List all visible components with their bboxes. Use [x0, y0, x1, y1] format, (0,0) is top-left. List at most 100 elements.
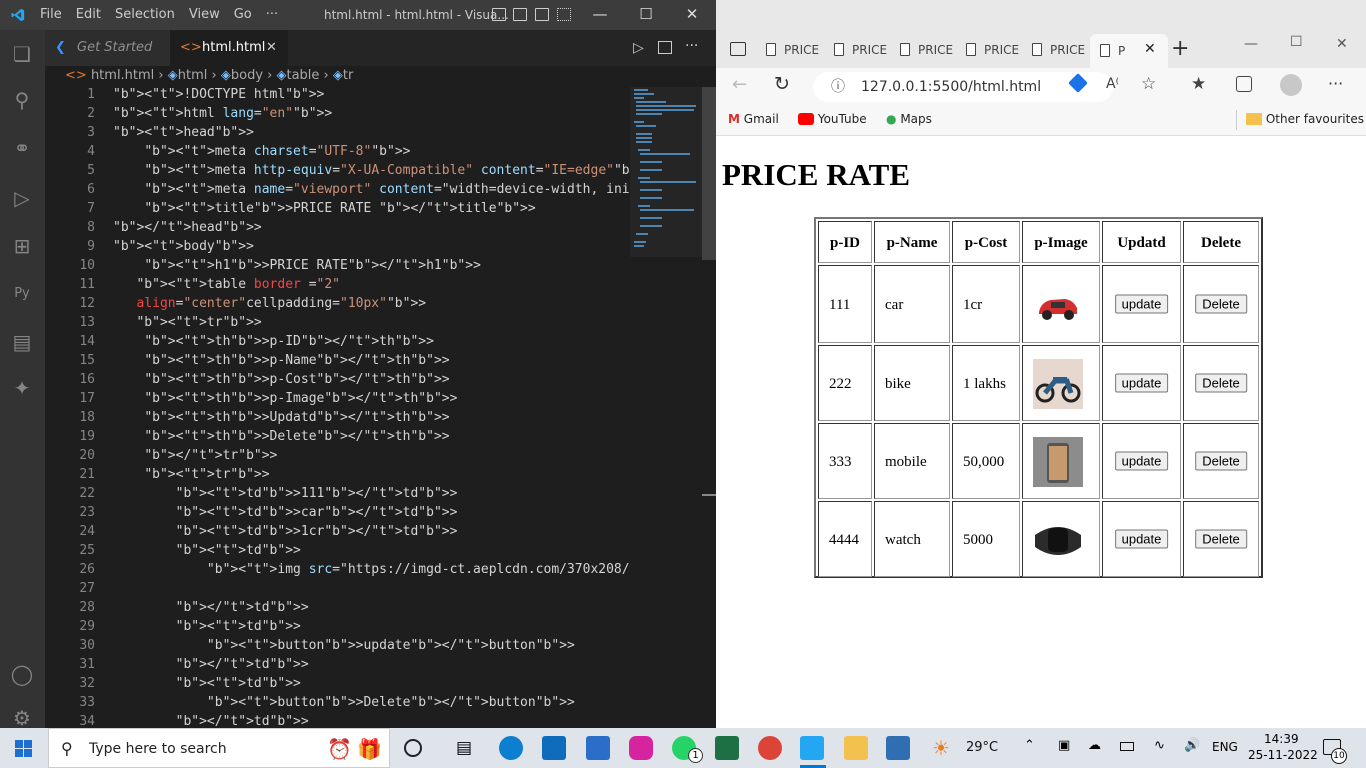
favourite-youtube[interactable]: YouTube	[798, 112, 867, 126]
browser-tab-active[interactable]: P ✕	[1090, 34, 1168, 68]
breadcrumb-item[interactable]: html.html	[91, 68, 154, 83]
remote-explorer-icon[interactable]: Py	[10, 282, 34, 306]
delete-button[interactable]: Delete	[1195, 294, 1247, 314]
code-line[interactable]: "b"><"t">td"b">>111"b"></"t">td"b">>	[113, 486, 458, 501]
code-line[interactable]: "b"><"t">th"b">>p-Image"b"></"t">th"b">>	[113, 391, 457, 406]
toggle-panel-icon[interactable]	[513, 8, 527, 21]
language-indicator[interactable]: ENG	[1212, 740, 1238, 754]
maximize-icon[interactable]: ☐	[636, 5, 656, 23]
breadcrumb-item[interactable]: body	[231, 68, 263, 83]
tab-close-icon[interactable]: ✕	[266, 30, 277, 66]
code-line[interactable]: "b"><"t">td"b">>car"b"></"t">td"b">>	[113, 505, 458, 520]
tab-actions-icon[interactable]	[730, 42, 746, 56]
vscode-taskbar-icon[interactable]	[800, 736, 824, 760]
update-button[interactable]: update	[1114, 451, 1169, 471]
code-line[interactable]: "b"><"t">td"b">>1cr"b"></"t">td"b">>	[113, 524, 458, 539]
delete-button[interactable]: Delete	[1195, 451, 1247, 471]
menu-more[interactable]: ···	[266, 7, 278, 22]
code-line[interactable]: align="center"cellpadding="10px""b">>	[113, 296, 426, 311]
update-button[interactable]: update	[1114, 373, 1169, 393]
browser-tab[interactable]: PRICE	[834, 36, 890, 64]
file-explorer-icon[interactable]	[844, 736, 868, 760]
instagram-icon[interactable]	[629, 736, 653, 760]
maximize-icon[interactable]: ☐	[1290, 34, 1303, 50]
code-line[interactable]: "b"><"t">td"b">>	[113, 543, 301, 558]
code-line[interactable]: "b"><"t">html lang="en""b">>	[113, 106, 332, 121]
code-line[interactable]: "b"><"t">tr"b">>	[113, 315, 261, 330]
code-line[interactable]: "b"><"t">meta charset="UTF-8""b">>	[113, 144, 410, 159]
wifi-icon[interactable]: ∿	[1154, 738, 1165, 753]
weather-temp[interactable]: 29°C	[966, 740, 998, 755]
minimap[interactable]	[630, 87, 702, 287]
taskbar-search-box[interactable]: ⚲ Type here to search ⏰ 🎁	[48, 728, 390, 768]
code-line[interactable]: "b"><"t">meta http-equiv="X-UA-Compatibl…	[113, 163, 630, 178]
cortana-icon[interactable]	[404, 739, 422, 757]
run-debug-icon[interactable]: ▷	[10, 186, 34, 210]
browser-tab[interactable]: PRICE	[766, 36, 822, 64]
favourites-icon[interactable]: ★	[1191, 74, 1206, 94]
show-hidden-icons-icon[interactable]: ⌃	[1024, 738, 1035, 753]
menu-edit[interactable]: Edit	[76, 7, 101, 22]
update-button[interactable]: update	[1114, 294, 1169, 314]
toggle-primary-sidebar-icon[interactable]	[492, 8, 506, 21]
code-line[interactable]: "b"><"t">body"b">>	[113, 239, 254, 254]
code-line[interactable]: "b"><"t">th"b">>p-Name"b"></"t">th"b">>	[113, 353, 449, 368]
menu-selection[interactable]: Selection	[115, 7, 175, 22]
menu-go[interactable]: Go	[234, 7, 252, 22]
favourite-maps[interactable]: ● Maps	[886, 112, 932, 126]
browser-tab[interactable]: PRICE	[1032, 36, 1088, 64]
clock-time[interactable]: 14:39	[1264, 732, 1299, 746]
battery-icon[interactable]	[1120, 742, 1134, 751]
code-editor[interactable]: 1 "b"><"t">!DOCTYPE html"b">> 2 "b"><"t">ht…	[45, 87, 630, 728]
editor-scrollbar[interactable]	[702, 87, 716, 728]
code-line[interactable]: "b"><"t">meta name="viewport" content="w…	[113, 182, 630, 197]
chrome-icon[interactable]	[758, 736, 782, 760]
refresh-icon[interactable]: ↻	[774, 73, 790, 95]
accounts-icon[interactable]: ◯	[10, 662, 34, 686]
code-line[interactable]: "b"><"t">th"b">>p-Cost"b"></"t">th"b">>	[113, 372, 449, 387]
code-line[interactable]: "b"><"t">td"b">>	[113, 676, 301, 691]
code-line[interactable]: "b"><"t">button"b">>update"b"></"t">butt…	[113, 638, 575, 653]
clock-date[interactable]: 25-11-2022	[1248, 748, 1318, 762]
new-tab-icon[interactable]: +	[1171, 38, 1189, 60]
toggle-secondary-sidebar-icon[interactable]	[535, 8, 549, 21]
close-icon[interactable]: ✕	[1336, 36, 1348, 52]
photos-icon[interactable]	[886, 736, 910, 760]
code-line[interactable]: "b"><"t">th"b">>p-ID"b"></"t">th"b">>	[113, 334, 434, 349]
split-editor-icon[interactable]	[658, 41, 672, 54]
minimize-icon[interactable]: —	[590, 5, 610, 23]
delete-button[interactable]: Delete	[1195, 529, 1247, 549]
collections-icon[interactable]	[1236, 76, 1252, 92]
code-line[interactable]: "b"><"t">th"b">>Updatd"b"></"t">th"b">>	[113, 410, 449, 425]
volume-icon[interactable]: 🔊	[1184, 738, 1200, 753]
breadcrumb-item[interactable]: table	[286, 68, 319, 83]
store-icon[interactable]	[586, 736, 610, 760]
other-favourites[interactable]: Other favourites	[1246, 112, 1364, 126]
python-icon[interactable]: ✦	[10, 376, 34, 400]
tab-html-html[interactable]: <> html.html ✕	[170, 30, 288, 66]
code-line[interactable]: "b"><"t">title"b">>PRICE RATE "b"></"t">…	[113, 201, 535, 216]
info-icon[interactable]: ⓘ	[831, 72, 845, 102]
close-icon[interactable]: ✕	[682, 5, 702, 23]
code-line[interactable]: "b"><"t">table border ="2"	[113, 277, 340, 292]
code-line[interactable]: "b"><"t">h1"b">>PRICE RATE"b"></"t">h1"b…	[113, 258, 481, 273]
back-icon[interactable]: ←	[732, 74, 747, 95]
menu-file[interactable]: File	[40, 7, 62, 22]
read-aloud-icon[interactable]: A⁽	[1106, 76, 1119, 92]
onedrive-cloud-icon[interactable]: ☁	[1088, 738, 1101, 753]
breadcrumb-item[interactable]: html	[178, 68, 208, 83]
code-line[interactable]: "b"><"t">!DOCTYPE html"b">>	[113, 87, 324, 102]
code-line[interactable]: "b"></"t">head"b">>	[113, 220, 262, 235]
address-bar[interactable]: ⓘ 127.0.0.1:5500/html.html	[813, 72, 1113, 102]
code-line[interactable]: "b"><"t">td"b">>	[113, 619, 301, 634]
update-button[interactable]: update	[1114, 529, 1169, 549]
browser-tab[interactable]: PRICE	[966, 36, 1022, 64]
breadcrumb-item[interactable]: tr	[343, 68, 353, 83]
code-line[interactable]: "b"><"t">button"b">>Delete"b"></"t">butt…	[113, 695, 575, 710]
code-line[interactable]: "b"><"t">th"b">>Delete"b"></"t">th"b">>	[113, 429, 449, 444]
code-line[interactable]: "b"></"t">td"b">>	[113, 714, 309, 728]
menu-view[interactable]: View	[189, 7, 220, 22]
profile-avatar[interactable]	[1280, 74, 1302, 96]
scrollbar-thumb[interactable]	[702, 87, 716, 260]
close-tab-icon[interactable]: ✕	[1144, 41, 1156, 57]
